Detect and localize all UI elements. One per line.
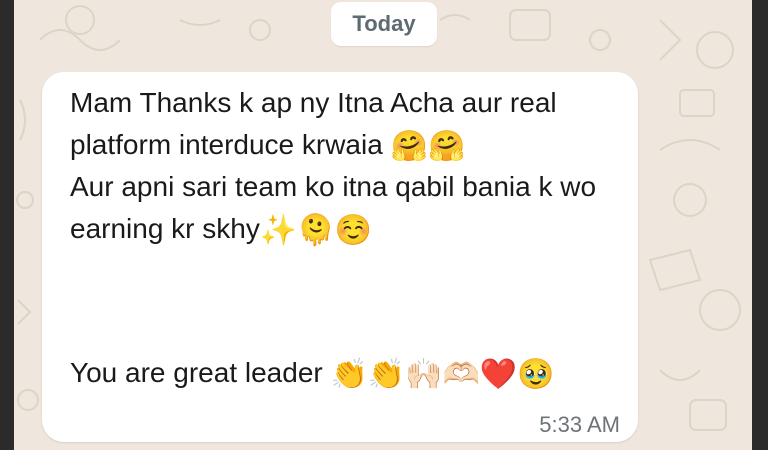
message-line-1: Mam Thanks k ap ny Itna Acha aur real: [70, 86, 557, 120]
sparkles-smile-emoji-group: ✨🫠☺️: [259, 213, 372, 247]
incoming-message-bubble[interactable]: Mam Thanks k ap ny Itna Acha aur real pl…: [42, 72, 638, 442]
message-text-2: platform interduce krwaia: [70, 129, 383, 160]
message-line-2: platform interduce krwaia 🤗🤗: [70, 128, 465, 164]
message-timestamp: 5:33 AM: [539, 412, 620, 437]
message-text-1: Mam Thanks k ap ny Itna Acha aur real: [70, 87, 557, 118]
date-separator-chip: Today: [331, 2, 437, 46]
message-text-5: You are great leader: [70, 357, 323, 388]
clap-heart-emoji-group: 👏👏🙌🏻🫶🏻❤️🥹: [330, 357, 555, 391]
date-separator-label: Today: [352, 11, 416, 36]
screen-edge-right: [752, 0, 768, 450]
message-text-3: Aur apni sari team ko itna qabil bania k…: [70, 171, 597, 202]
message-line-4: earning kr skhy✨🫠☺️: [70, 212, 372, 248]
screen-edge-left: [0, 0, 14, 450]
hugging-face-emoji-pair: 🤗🤗: [390, 129, 466, 163]
message-line-3: Aur apni sari team ko itna qabil bania k…: [70, 170, 596, 204]
message-line-5: You are great leader 👏👏🙌🏻🫶🏻❤️🥹: [70, 356, 555, 392]
message-text-4: earning kr skhy: [70, 213, 260, 244]
